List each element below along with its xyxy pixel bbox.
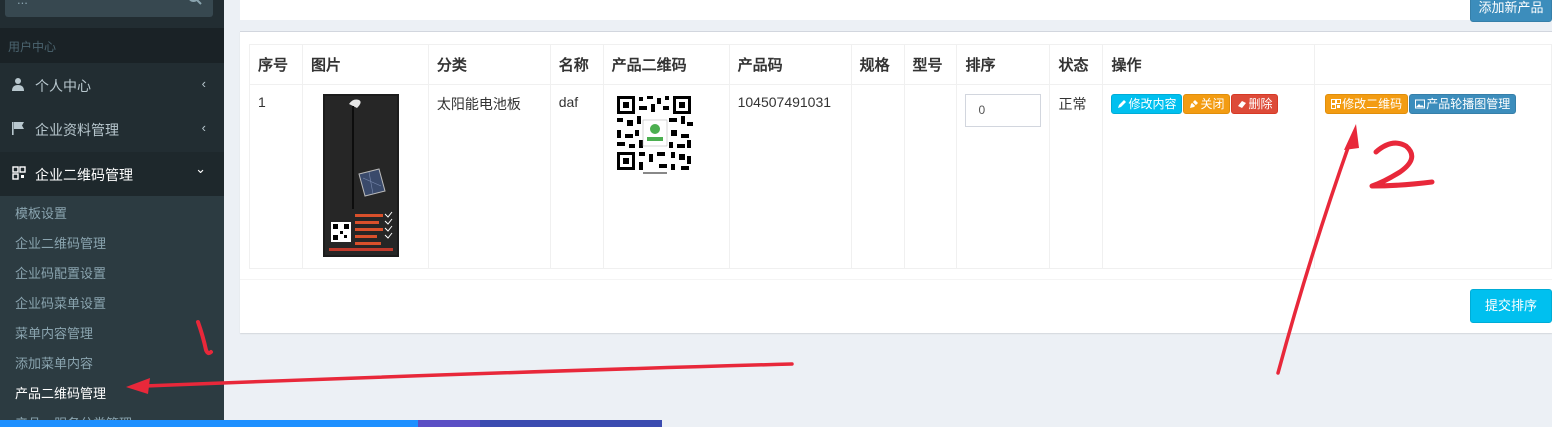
edit-qrcode-button[interactable]: 修改二维码 (1325, 94, 1409, 114)
close-label: 关闭 (1200, 97, 1225, 111)
sidebar-subitem-company-qrcode[interactable]: 企业二维码管理 (15, 233, 106, 252)
sidebar-item-company-info[interactable]: 企业资料管理 ‹ (0, 107, 224, 151)
close-button[interactable]: 关闭 (1183, 94, 1231, 114)
sidebar-item-company-qrcode[interactable]: 企业二维码管理 ⌄ (0, 152, 224, 196)
col-header-category: 分类 (427, 44, 551, 85)
cell-status: 正常 (1049, 84, 1104, 269)
carousel-manage-label: 产品轮播图管理 (1426, 97, 1511, 111)
submit-sort-button[interactable]: 提交排序 (1470, 289, 1552, 323)
sidebar-item-personal-center[interactable]: 个人中心 ‹ (0, 63, 224, 107)
edit-qrcode-label: 修改二维码 (1342, 97, 1403, 111)
sidebar-subitem-code-menu[interactable]: 企业码菜单设置 (15, 293, 106, 312)
sidebar-submenu: 模板设置 企业二维码管理 企业码配置设置 企业码菜单设置 菜单内容管理 添加菜单… (0, 196, 224, 427)
qrcode-image[interactable] (614, 94, 695, 176)
search-placeholder: ... (17, 0, 28, 7)
sidebar-header: 用户中心 (0, 28, 224, 63)
table-header-row: 序号 图片 分类 名称 产品二维码 产品码 规格 型号 排序 状态 操作 (249, 44, 1552, 85)
flag-icon (12, 122, 24, 135)
search-icon[interactable] (187, 0, 203, 6)
col-header-name: 名称 (549, 44, 604, 85)
mute-icon (1190, 99, 1199, 109)
edit-content-button[interactable]: 修改内容 (1111, 94, 1183, 114)
cell-actions: 修改内容 关闭 删除 (1102, 84, 1316, 269)
taskbar-segment (0, 420, 418, 427)
sidebar-item-label: 个人中心 (35, 78, 91, 94)
sidebar-subitem-menu-content[interactable]: 菜单内容管理 (15, 323, 93, 342)
search-input[interactable]: ... (5, 0, 213, 17)
sidebar-item-label: 企业资料管理 (35, 122, 119, 138)
sort-input[interactable]: 0 (965, 94, 1042, 127)
cell-model (903, 84, 958, 269)
chevron-left-icon: ‹ (201, 120, 206, 135)
taskbar-segment (418, 420, 480, 427)
qrcode-icon (1331, 99, 1342, 109)
sidebar-subitem-product-qrcode[interactable]: 产品二维码管理 (15, 383, 106, 402)
user-icon (12, 78, 24, 91)
pencil-icon (1118, 100, 1127, 108)
col-header-product-code: 产品码 (728, 44, 852, 85)
panel-divider (240, 279, 1552, 280)
annotation-arrow-left (143, 362, 794, 388)
chevron-down-icon: ⌄ (195, 161, 206, 176)
product-image[interactable] (322, 94, 399, 257)
cell-spec (850, 84, 905, 269)
image-icon (1415, 99, 1426, 109)
delete-label: 删除 (1248, 97, 1273, 111)
qrcode-icon (12, 166, 26, 180)
delete-button[interactable]: 删除 (1231, 94, 1279, 114)
col-header-qrcode: 产品二维码 (602, 44, 730, 85)
top-panel (240, 0, 1552, 20)
add-product-button[interactable]: 添加新产品 (1470, 0, 1552, 22)
table-row: 1 太阳能电池板 daf 104507491031 0 正常 修改内容 关闭 删… (249, 84, 1552, 269)
col-header-status: 状态 (1049, 44, 1104, 85)
col-header-model: 型号 (903, 44, 958, 85)
cell-sort: 0 (956, 84, 1051, 269)
eraser-icon (1238, 101, 1247, 108)
col-header-actions-extra (1314, 44, 1552, 85)
sidebar-subitem-add-menu-content[interactable]: 添加菜单内容 (15, 353, 93, 372)
chevron-left-icon: ‹ (201, 76, 206, 91)
col-header-image: 图片 (301, 44, 429, 85)
cell-index: 1 (249, 84, 303, 269)
col-header-spec: 规格 (850, 44, 905, 85)
sidebar: ... 用户中心 个人中心 ‹ 企业资料管理 ‹ 企业二维码管理 ⌄ 模板设置 … (0, 0, 224, 427)
cell-actions-extra: 修改二维码 产品轮播图管理 (1314, 84, 1552, 269)
cell-qrcode (602, 84, 730, 269)
col-header-actions: 操作 (1102, 44, 1316, 85)
sidebar-subitem-code-config[interactable]: 企业码配置设置 (15, 263, 106, 282)
cell-product-code: 104507491031 (728, 84, 852, 269)
product-table: 序号 图片 分类 名称 产品二维码 产品码 规格 型号 排序 状态 操作 1 太… (249, 44, 1552, 269)
sidebar-subitem-template[interactable]: 模板设置 (15, 203, 67, 222)
edit-content-label: 修改内容 (1128, 97, 1177, 111)
product-table-panel: 序号 图片 分类 名称 产品二维码 产品码 规格 型号 排序 状态 操作 1 太… (240, 31, 1552, 333)
taskbar-segment (480, 420, 662, 427)
sidebar-item-label: 企业二维码管理 (35, 167, 133, 183)
cell-category: 太阳能电池板 (427, 84, 551, 269)
col-header-index: 序号 (249, 44, 303, 85)
carousel-manage-button[interactable]: 产品轮播图管理 (1409, 94, 1517, 114)
cell-name: daf (549, 84, 604, 269)
cell-image (301, 84, 429, 269)
col-header-sort: 排序 (956, 44, 1051, 85)
